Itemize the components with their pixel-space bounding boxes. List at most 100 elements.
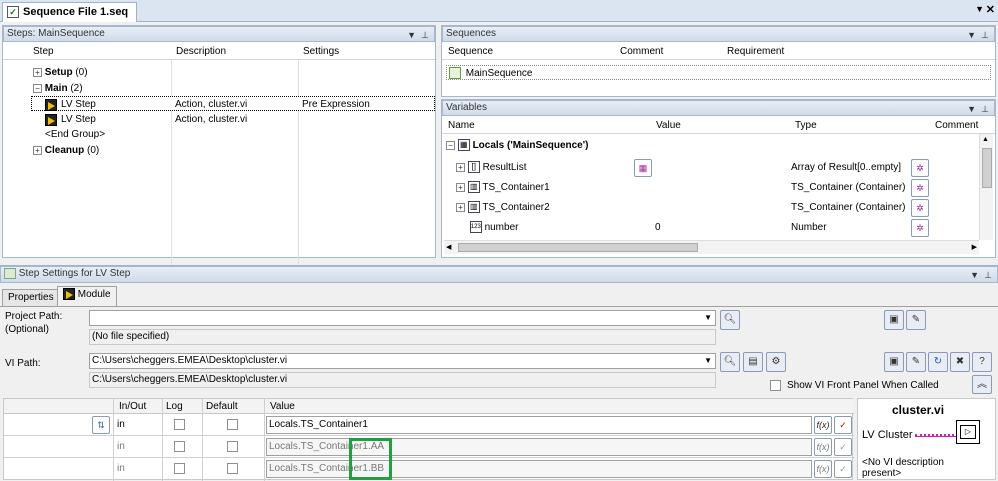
scroll-thumb[interactable] bbox=[982, 148, 992, 188]
column-log[interactable]: Log bbox=[166, 401, 183, 412]
parameter-row[interactable]: in Locals.TS_Container1.BB f(x) ✓ bbox=[4, 459, 854, 480]
variable-row-ts-container1[interactable]: + ▥ TS_Container1 TS_Container (Containe… bbox=[456, 178, 976, 198]
column-settings[interactable]: Settings bbox=[303, 46, 339, 57]
pin-icon[interactable]: ⊥ bbox=[981, 102, 989, 116]
expand-icon[interactable]: + bbox=[33, 68, 42, 77]
tools-button[interactable]: ✖ bbox=[950, 352, 970, 372]
check-expression-button[interactable]: ✓ bbox=[834, 416, 852, 434]
step-row-lv-step-1[interactable]: LV Step Action, cluster.vi Pre Expressio… bbox=[31, 96, 435, 112]
project-tool-button-2[interactable]: ✎ bbox=[906, 310, 926, 330]
default-checkbox[interactable] bbox=[227, 441, 238, 452]
variable-value[interactable]: 0 bbox=[655, 218, 661, 238]
step-row-end-group[interactable]: <End Group> bbox=[45, 127, 245, 142]
step-row-main[interactable]: − Main (2) bbox=[33, 81, 433, 96]
help-button[interactable]: ? bbox=[972, 352, 992, 372]
param-value-input[interactable]: Locals.TS_Container1.BB bbox=[266, 460, 812, 478]
scroll-up-icon[interactable]: ▲ bbox=[982, 136, 989, 143]
check-expression-button[interactable]: ✓ bbox=[834, 460, 852, 478]
document-tab[interactable]: ✓ Sequence File 1.seq bbox=[2, 2, 138, 22]
pin-icon[interactable]: ⊥ bbox=[421, 28, 429, 42]
collapse-button[interactable]: ︽ bbox=[972, 375, 992, 394]
expand-icon[interactable]: + bbox=[456, 183, 465, 192]
project-tool-button-1[interactable]: ▣ bbox=[884, 310, 904, 330]
project-path-input[interactable]: ▼ bbox=[89, 310, 716, 326]
open-vi-button[interactable]: ▤ bbox=[743, 352, 763, 372]
column-requirement[interactable]: Requirement bbox=[727, 46, 784, 57]
step-row-lv-step-2[interactable]: LV Step Action, cluster.vi bbox=[31, 112, 435, 127]
variable-row-resultlist[interactable]: + [] ResultList ▦ Array of Result[0..emp… bbox=[456, 158, 976, 178]
log-checkbox[interactable] bbox=[174, 419, 185, 430]
parameter-row[interactable]: ⇅ in Locals.TS_Container1 f(x) ✓ bbox=[4, 415, 854, 436]
variable-row-ts-container2[interactable]: + ▥ TS_Container2 TS_Container (Containe… bbox=[456, 198, 976, 218]
log-checkbox[interactable] bbox=[174, 441, 185, 452]
vi-connector-icon: ▷ bbox=[956, 420, 980, 444]
step-row-cleanup[interactable]: + Cleanup (0) bbox=[33, 143, 433, 158]
column-type[interactable]: Type bbox=[795, 120, 817, 131]
check-expression-button[interactable]: ✓ bbox=[834, 438, 852, 456]
chevron-down-icon[interactable]: ▼ bbox=[975, 4, 984, 14]
array-bounds-icon[interactable]: ▦ bbox=[634, 159, 652, 177]
vertical-scrollbar[interactable]: ▲ bbox=[979, 134, 993, 240]
type-edit-icon[interactable]: ✲ bbox=[911, 199, 929, 217]
param-inout[interactable]: in bbox=[117, 419, 125, 430]
expand-icon[interactable]: + bbox=[456, 203, 465, 212]
scroll-thumb[interactable] bbox=[458, 243, 698, 252]
column-description[interactable]: Description bbox=[176, 46, 226, 57]
vi-tool-button-1[interactable]: ▣ bbox=[884, 352, 904, 372]
column-comment[interactable]: Comment bbox=[620, 46, 663, 57]
type-edit-icon[interactable]: ✲ bbox=[911, 159, 929, 177]
scroll-left-icon[interactable]: ◀ bbox=[446, 243, 451, 251]
browse-vi-button[interactable]: 🔍︎ bbox=[720, 352, 740, 372]
log-checkbox[interactable] bbox=[174, 463, 185, 474]
column-comment[interactable]: Comment bbox=[935, 120, 978, 131]
dropdown-arrow-icon[interactable]: ▼ bbox=[704, 311, 712, 325]
column-value[interactable]: Value bbox=[656, 120, 681, 131]
expression-button[interactable]: f(x) bbox=[814, 460, 832, 478]
column-name[interactable]: Name bbox=[448, 120, 475, 131]
column-divider bbox=[162, 399, 163, 481]
pin-icon[interactable]: ⊥ bbox=[981, 28, 989, 42]
vi-options-button[interactable]: ⚙ bbox=[766, 352, 786, 372]
column-step[interactable]: Step bbox=[33, 46, 54, 57]
expression-button[interactable]: f(x) bbox=[814, 438, 832, 456]
collapse-icon[interactable]: − bbox=[33, 84, 42, 93]
refresh-button[interactable]: ↻ bbox=[928, 352, 948, 372]
variable-row-number[interactable]: 123 number 0 Number ✲ bbox=[456, 218, 976, 238]
column-sequence[interactable]: Sequence bbox=[448, 46, 493, 57]
param-value-input[interactable]: Locals.TS_Container1.AA bbox=[266, 438, 812, 456]
param-inout[interactable]: in bbox=[117, 463, 125, 474]
parameter-row[interactable]: in Locals.TS_Container1.AA f(x) ✓ bbox=[4, 437, 854, 458]
scroll-right-icon[interactable]: ▶ bbox=[972, 243, 977, 251]
default-checkbox[interactable] bbox=[227, 419, 238, 430]
chevron-down-icon[interactable]: ▼ bbox=[970, 268, 979, 282]
column-default[interactable]: Default bbox=[206, 401, 238, 412]
collapse-icon[interactable]: − bbox=[446, 141, 455, 150]
column-value[interactable]: Value bbox=[270, 401, 295, 412]
tab-properties[interactable]: Properties bbox=[2, 289, 60, 307]
variables-root[interactable]: − ▦ Locals ('MainSequence') bbox=[446, 138, 846, 153]
column-inout[interactable]: In/Out bbox=[119, 401, 146, 412]
vi-path-input[interactable]: C:\Users\cheggers.EMEA\Desktop\cluster.v… bbox=[89, 353, 716, 369]
tab-module[interactable]: Module bbox=[57, 286, 117, 307]
type-edit-icon[interactable]: ✲ bbox=[911, 219, 929, 237]
horizontal-scrollbar[interactable]: ◀ ▶ bbox=[444, 240, 979, 254]
dropdown-arrow-icon[interactable]: ▼ bbox=[704, 354, 712, 368]
chevron-down-icon[interactable]: ▼ bbox=[407, 28, 416, 42]
expression-button[interactable]: f(x) bbox=[814, 416, 832, 434]
default-checkbox[interactable] bbox=[227, 463, 238, 474]
step-row-setup[interactable]: + Setup (0) bbox=[33, 65, 433, 80]
type-edit-icon[interactable]: ✲ bbox=[911, 179, 929, 197]
browse-project-button[interactable]: 🔍︎ bbox=[720, 310, 740, 330]
chevron-down-icon[interactable]: ▼ bbox=[967, 28, 976, 42]
close-icon[interactable]: ✕ bbox=[986, 3, 995, 16]
pin-icon[interactable]: ⊥ bbox=[984, 268, 992, 282]
expand-icon[interactable]: + bbox=[456, 163, 465, 172]
cluster-param-icon[interactable]: ⇅ bbox=[92, 416, 110, 434]
expand-icon[interactable]: + bbox=[33, 146, 42, 155]
show-front-panel-checkbox[interactable] bbox=[770, 380, 781, 391]
param-inout[interactable]: in bbox=[117, 441, 125, 452]
param-value-input[interactable]: Locals.TS_Container1 bbox=[266, 416, 812, 434]
chevron-down-icon[interactable]: ▼ bbox=[967, 102, 976, 116]
sequence-item[interactable]: MainSequence bbox=[446, 65, 991, 80]
vi-tool-button-2[interactable]: ✎ bbox=[906, 352, 926, 372]
